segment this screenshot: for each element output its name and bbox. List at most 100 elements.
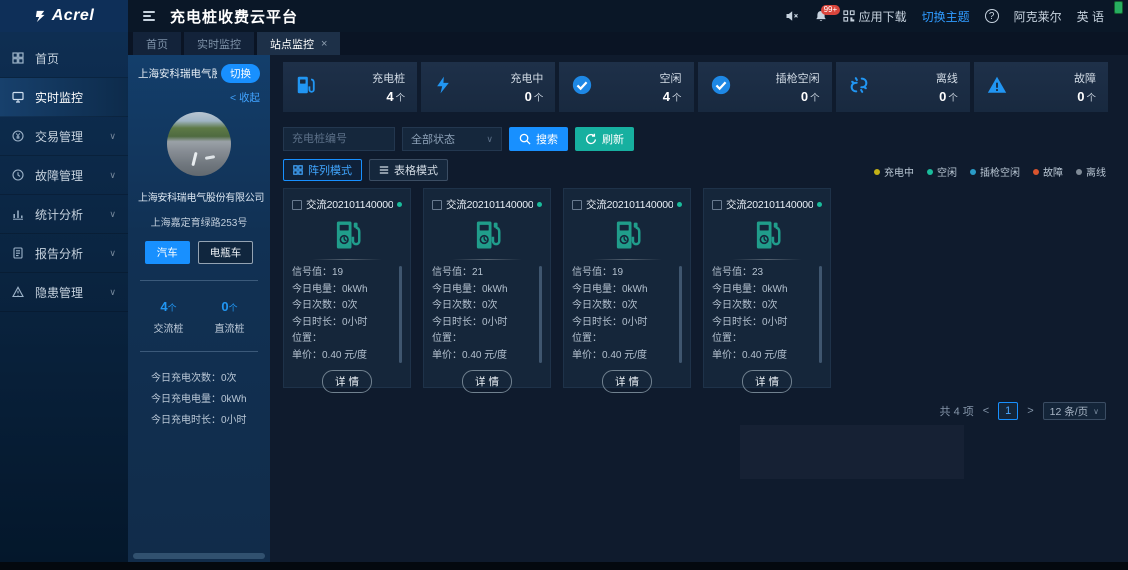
stat-unit: 个 bbox=[948, 93, 958, 104]
status-select[interactable]: 全部状态 ∨ bbox=[402, 127, 502, 151]
switch-theme-link[interactable]: 切换主题 bbox=[922, 8, 970, 25]
collapse-panel-link[interactable]: < 收起 bbox=[138, 90, 260, 105]
stat-label: 充电桩 bbox=[372, 70, 405, 86]
qr-code-icon bbox=[843, 10, 855, 22]
count-unit: 个 bbox=[168, 303, 177, 313]
array-mode-button[interactable]: 阵列模式 bbox=[283, 159, 362, 181]
charger-pile-icon bbox=[712, 217, 822, 253]
detail-times: 今日次数：0次 bbox=[572, 298, 674, 315]
logo-text: Acrel bbox=[52, 7, 95, 25]
detail-duration: 今日时长：0小时 bbox=[572, 315, 674, 332]
tab-close-icon[interactable]: × bbox=[321, 38, 327, 50]
clock-icon bbox=[12, 169, 27, 181]
username[interactable]: 阿克莱尔 bbox=[1014, 8, 1062, 25]
sidebar-item-transactions[interactable]: 交易管理 ∨ bbox=[0, 117, 128, 156]
detail-price: 单价：0.40 元/度 bbox=[432, 348, 534, 365]
stat-card-charging: 充电中 0个 bbox=[421, 62, 555, 112]
detail-price: 单价：0.40 元/度 bbox=[572, 348, 674, 365]
detail-signal: 信号值：21 bbox=[432, 265, 534, 282]
sidebar-item-home[interactable]: 首页 bbox=[0, 39, 128, 78]
sidebar-item-label: 统计分析 bbox=[35, 206, 83, 223]
charger-card: 交流20210114000010 信号值：19 今日电量：0kWh 今日次数：0… bbox=[563, 188, 691, 388]
charger-card: 交流20210114000011 信号值：21 今日电量：0kWh 今日次数：0… bbox=[423, 188, 551, 388]
stat-value: 4 bbox=[663, 89, 670, 104]
search-button[interactable]: 搜索 bbox=[509, 127, 568, 151]
status-select-value: 全部状态 bbox=[411, 131, 455, 147]
stat-label: 离线 bbox=[936, 70, 958, 86]
stat-cards-row: 充电桩 4个 充电中 0个 空闲 4个 插枪空闲 0个 bbox=[283, 62, 1108, 112]
sidebar-item-hazards[interactable]: 隐患管理 ∨ bbox=[0, 273, 128, 312]
switch-station-button[interactable]: 切换 bbox=[221, 64, 260, 83]
legend-item-fault: 故障 bbox=[1033, 164, 1063, 179]
divider bbox=[312, 259, 382, 260]
card-scrollbar[interactable] bbox=[399, 266, 402, 363]
app-download-link[interactable]: 应用下载 bbox=[843, 8, 907, 25]
card-scrollbar[interactable] bbox=[539, 266, 542, 363]
charger-pile-icon bbox=[572, 217, 682, 253]
sidebar-item-faults[interactable]: 故障管理 ∨ bbox=[0, 156, 128, 195]
stat-label: 插枪空闲 bbox=[776, 70, 820, 86]
app-download-label: 应用下载 bbox=[859, 8, 907, 25]
header-actions: 99+ 应用下载 切换主题 ? 阿克莱尔 英 语 bbox=[785, 8, 1128, 25]
detail-price: 单价：0.40 元/度 bbox=[712, 348, 814, 365]
card-scrollbar[interactable] bbox=[679, 266, 682, 363]
pile-number-input[interactable] bbox=[283, 127, 395, 151]
tab-label: 实时监控 bbox=[197, 36, 241, 52]
sidebar-item-reports[interactable]: 报告分析 ∨ bbox=[0, 234, 128, 273]
help-icon[interactable]: ? bbox=[985, 9, 999, 23]
stat-value: 0 bbox=[525, 89, 532, 104]
status-dot bbox=[677, 202, 682, 207]
legend-dot bbox=[970, 169, 976, 175]
detail-button[interactable]: 详 情 bbox=[462, 370, 512, 393]
charger-checkbox[interactable] bbox=[432, 200, 442, 210]
count-label: 直流桩 bbox=[215, 320, 245, 335]
vehicle-tab-ebike[interactable]: 电瓶车 bbox=[198, 241, 254, 264]
detail-button[interactable]: 详 情 bbox=[322, 370, 372, 393]
next-page-icon[interactable]: > bbox=[1027, 405, 1033, 417]
detail-location: 位置： bbox=[572, 331, 674, 348]
company-name: 上海安科瑞电气股份有限公司 bbox=[138, 189, 260, 204]
language-switcher[interactable]: 英 语 bbox=[1077, 8, 1104, 25]
tab-label: 站点监控 bbox=[270, 36, 314, 52]
refresh-button[interactable]: 刷新 bbox=[575, 127, 634, 151]
detail-button[interactable]: 详 情 bbox=[742, 370, 792, 393]
sidebar-collapse-icon[interactable] bbox=[143, 11, 155, 21]
station-panel: 上海安科瑞电气股份有... 切换 < 收起 上海安科瑞电气股份有限公司 上海嘉定… bbox=[128, 55, 270, 562]
count-unit: 个 bbox=[229, 303, 238, 313]
page-size-select[interactable]: 12 条/页 ∨ bbox=[1043, 402, 1106, 420]
status-dot bbox=[537, 202, 542, 207]
charger-details: 信号值：23 今日电量：0kWh 今日次数：0次 今日时长：0小时 位置： 单价… bbox=[712, 265, 822, 364]
legend-dot bbox=[1076, 169, 1082, 175]
legend-label: 充电中 bbox=[884, 164, 914, 179]
page-number[interactable]: 1 bbox=[998, 402, 1018, 420]
sidebar-item-statistics[interactable]: 统计分析 ∨ bbox=[0, 195, 128, 234]
charger-checkbox[interactable] bbox=[572, 200, 582, 210]
notification-badge: 99+ bbox=[821, 5, 841, 15]
sidebar-item-realtime-monitor[interactable]: 实时监控 bbox=[0, 78, 128, 117]
charger-pile-icon bbox=[432, 217, 542, 253]
tab-home[interactable]: 首页 bbox=[133, 32, 181, 55]
horizontal-scrollbar[interactable] bbox=[133, 553, 265, 559]
bell-icon[interactable]: 99+ bbox=[814, 10, 828, 23]
prev-page-icon[interactable]: < bbox=[983, 405, 989, 417]
card-scrollbar[interactable] bbox=[819, 266, 822, 363]
divider bbox=[452, 259, 522, 260]
browser-extension-icon[interactable] bbox=[1114, 1, 1123, 14]
charger-checkbox[interactable] bbox=[292, 200, 302, 210]
filter-bar: 全部状态 ∨ 搜索 刷新 bbox=[283, 127, 634, 151]
tab-label: 首页 bbox=[146, 36, 168, 52]
lightning-icon bbox=[433, 74, 453, 101]
charger-checkbox[interactable] bbox=[712, 200, 722, 210]
table-mode-button[interactable]: 表格模式 bbox=[369, 159, 448, 181]
divider bbox=[140, 351, 258, 352]
detail-button[interactable]: 详 情 bbox=[602, 370, 652, 393]
mute-icon[interactable] bbox=[785, 10, 799, 22]
tab-site-monitor[interactable]: 站点监控 × bbox=[257, 32, 340, 55]
vehicle-tab-car[interactable]: 汽车 bbox=[145, 241, 190, 264]
tab-realtime-monitor[interactable]: 实时监控 bbox=[184, 32, 254, 55]
chevron-down-icon: ∨ bbox=[109, 287, 116, 298]
page-title: 充电桩收费云平台 bbox=[170, 6, 298, 27]
stat-unit: 个 bbox=[396, 93, 406, 104]
search-icon bbox=[519, 133, 531, 145]
stat-card-offline: 离线 0个 bbox=[836, 62, 970, 112]
